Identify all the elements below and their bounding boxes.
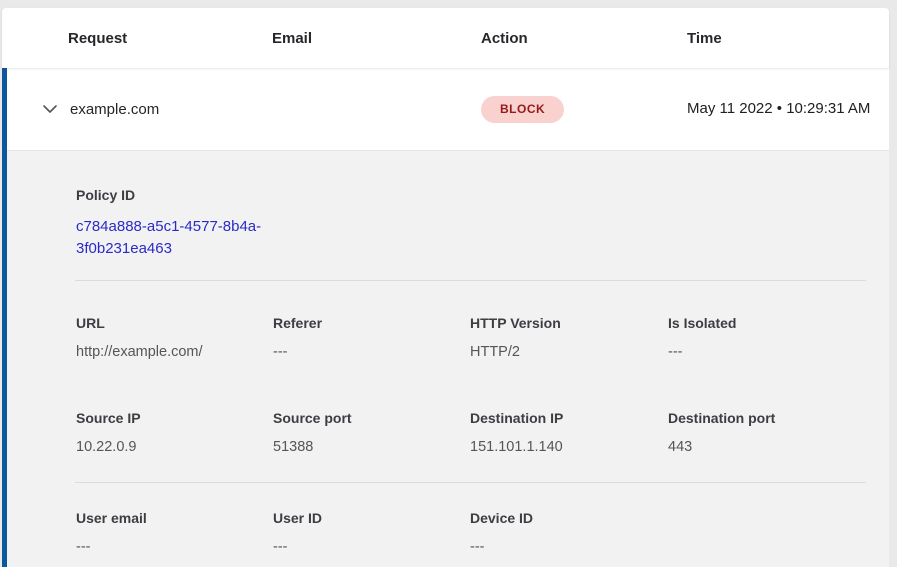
detail-row-http: URL http://example.com/ Referer --- HTTP… xyxy=(7,281,889,360)
action-cell: BLOCK xyxy=(481,96,687,123)
chevron-down-icon[interactable] xyxy=(42,104,58,114)
field-source-port: Source port 51388 xyxy=(273,410,470,455)
field-http-version-value: HTTP/2 xyxy=(470,344,668,360)
field-destination-ip: Destination IP 151.101.1.140 xyxy=(470,410,668,455)
policy-id-section: Policy ID c784a888-a5c1-4577-8b4a-3f0b23… xyxy=(7,151,889,280)
column-header-time: Time xyxy=(687,30,889,47)
field-destination-port-value: 443 xyxy=(668,439,869,455)
field-url: URL http://example.com/ xyxy=(76,315,273,360)
field-is-isolated-label: Is Isolated xyxy=(668,315,869,331)
field-url-value: http://example.com/ xyxy=(76,344,273,360)
field-is-isolated: Is Isolated --- xyxy=(668,315,869,360)
field-referer: Referer --- xyxy=(273,315,470,360)
policy-id-label: Policy ID xyxy=(76,187,866,203)
field-source-ip: Source IP 10.22.0.9 xyxy=(76,410,273,455)
request-cell: example.com xyxy=(70,101,272,118)
field-device-id-label: Device ID xyxy=(470,510,668,526)
field-destination-ip-label: Destination IP xyxy=(470,410,668,426)
field-user-email-label: User email xyxy=(76,510,273,526)
field-is-isolated-value: --- xyxy=(668,344,869,360)
detail-row-user: User email --- User ID --- Device ID --- xyxy=(7,483,889,567)
field-user-id-label: User ID xyxy=(273,510,470,526)
field-http-version: HTTP Version HTTP/2 xyxy=(470,315,668,360)
field-destination-ip-value: 151.101.1.140 xyxy=(470,439,668,455)
detail-row-network: Source IP 10.22.0.9 Source port 51388 De… xyxy=(7,360,889,482)
field-referer-label: Referer xyxy=(273,315,470,331)
field-source-ip-value: 10.22.0.9 xyxy=(76,439,273,455)
field-user-id-value: --- xyxy=(273,539,470,555)
table-header: Request Email Action Time xyxy=(2,8,889,68)
field-destination-port: Destination port 443 xyxy=(668,410,869,455)
field-user-email-value: --- xyxy=(76,539,273,555)
field-source-port-value: 51388 xyxy=(273,439,470,455)
field-user-email: User email --- xyxy=(76,510,273,555)
field-device-id-value: --- xyxy=(470,539,668,555)
column-header-request: Request xyxy=(68,30,272,47)
policy-id-link[interactable]: c784a888-a5c1-4577-8b4a-3f0b231ea463 xyxy=(76,216,274,260)
field-http-version-label: HTTP Version xyxy=(470,315,668,331)
field-destination-port-label: Destination port xyxy=(668,410,869,426)
time-cell: May 11 2022 • 10:29:31 AM xyxy=(687,97,877,121)
field-url-label: URL xyxy=(76,315,273,331)
log-row-example-com[interactable]: example.com BLOCK May 11 2022 • 10:29:31… xyxy=(7,68,889,150)
log-table-card: Request Email Action Time example.com BL… xyxy=(2,8,889,567)
field-source-port-label: Source port xyxy=(273,410,470,426)
field-source-ip-label: Source IP xyxy=(76,410,273,426)
field-referer-value: --- xyxy=(273,344,470,360)
expanded-row-region: example.com BLOCK May 11 2022 • 10:29:31… xyxy=(2,68,889,567)
column-header-email: Email xyxy=(272,30,481,47)
log-detail-panel: Policy ID c784a888-a5c1-4577-8b4a-3f0b23… xyxy=(7,150,889,567)
field-user-id: User ID --- xyxy=(273,510,470,555)
block-status-badge: BLOCK xyxy=(481,96,564,123)
column-header-action: Action xyxy=(481,30,687,47)
field-device-id: Device ID --- xyxy=(470,510,668,555)
